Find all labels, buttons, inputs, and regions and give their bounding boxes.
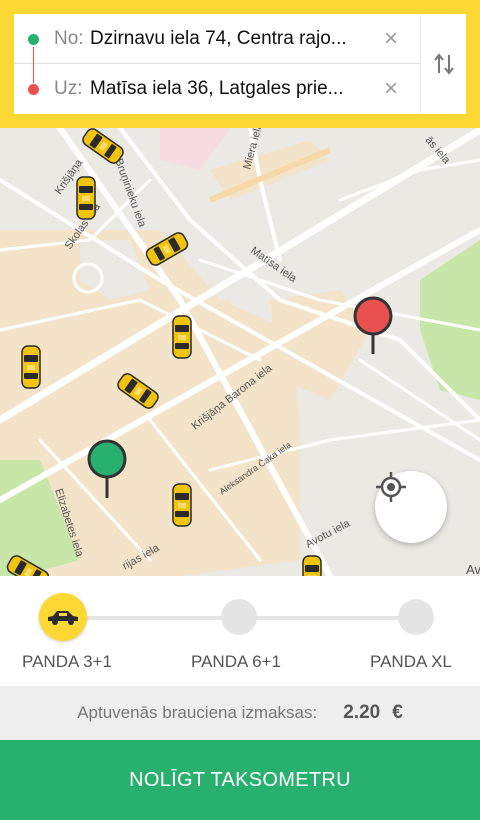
clear-from-icon[interactable]: × [384,26,398,51]
crosshair-icon [376,472,406,502]
to-label: Uz: [54,78,83,99]
taxi-class-selector: PANDA 3+1 PANDA 6+1 PANDA XL [0,576,480,686]
route-panel: No: Dzirnavu iela 74, Centra rajo... × U… [0,0,480,128]
taxi-car-icon [79,125,127,167]
street-label-edge: Av [466,562,480,576]
taxi-car-icon [302,555,322,576]
my-location-button[interactable] [375,471,447,543]
swap-route-button[interactable] [420,14,466,114]
from-address[interactable]: Dzirnavu iela 74, Centra rajo... [90,28,374,50]
taxi-car-icon [21,345,41,389]
to-row[interactable]: Uz: Matīsa iela 36, Latgales prie... × [14,64,420,114]
class-label-panda-3-1[interactable]: PANDA 3+1 [22,652,112,672]
street-label-avotu: Avotu iela [304,517,353,551]
destination-dot-icon [28,84,39,95]
car-icon [48,611,78,625]
taxi-car-icon [172,483,192,527]
to-address[interactable]: Matīsa iela 36, Latgales prie... [90,78,374,100]
class-label-panda-xl[interactable]: PANDA XL [370,652,452,672]
price-label: Aptuvenās brauciena izmaksas: [77,703,318,722]
class-label-panda-6-1[interactable]: PANDA 6+1 [191,652,281,672]
price-estimate-bar: Aptuvenās brauciena izmaksas: 2.20 € [0,686,480,740]
clear-to-icon[interactable]: × [384,77,398,101]
price-value: 2.20 [343,702,381,723]
taxi-car-icon [76,176,96,220]
street-label-brunieku: Bruņinieku iela [112,157,148,230]
origin-dot-icon [28,34,39,45]
class-knob-panda-3-1[interactable] [39,593,87,641]
taxi-car-icon [172,315,192,359]
order-taxi-button[interactable]: NOLĪGT TAKSOMETRU [0,740,480,820]
class-knob-panda-xl[interactable] [398,599,434,635]
swap-vertical-icon [433,53,454,75]
route-box: No: Dzirnavu iela 74, Centra rajo... × U… [14,14,420,114]
class-knob-panda-6-1[interactable] [221,599,257,635]
from-label: No: [54,27,84,49]
from-row[interactable]: No: Dzirnavu iela 74, Centra rajo... × [14,14,420,83]
price-currency: € [392,702,403,723]
